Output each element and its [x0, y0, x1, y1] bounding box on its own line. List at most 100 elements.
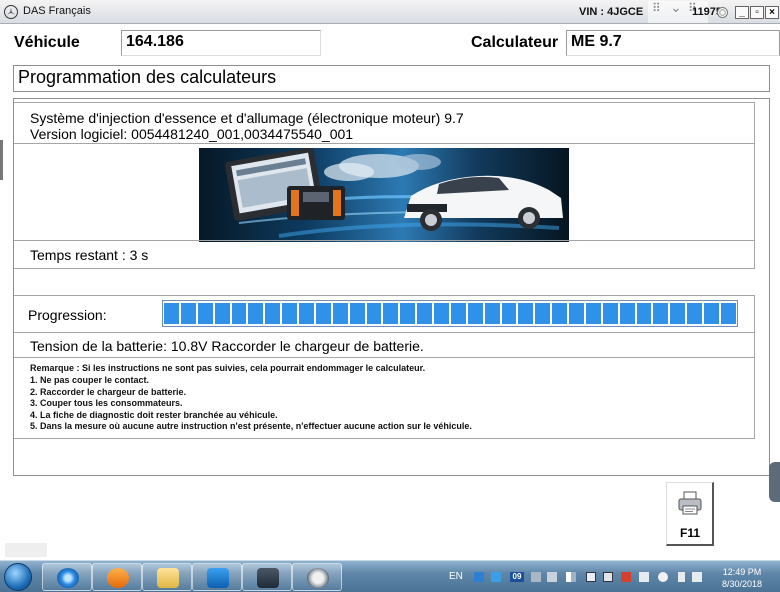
progress-segment: [265, 303, 281, 324]
f11-label: F11: [679, 526, 700, 540]
clock-icon[interactable]: [658, 572, 668, 582]
clock-date: 8/30/2018: [721, 579, 763, 589]
ecu-field: ME 9.7: [566, 30, 780, 56]
system-clock[interactable]: 12:49 PM 8/30/2018: [709, 566, 775, 590]
security-icon[interactable]: [586, 572, 596, 582]
progress-segment: [332, 303, 348, 324]
media-player-icon: [107, 568, 129, 588]
volume-icon[interactable]: [692, 572, 702, 582]
time-remaining-section: Temps restant : 3 s: [14, 240, 755, 269]
title-bar: DAS Français VIN : 4JGCE ⠿ ⌄ ⠿ 11975 _ ▫…: [0, 0, 780, 24]
date-badge[interactable]: 09: [510, 572, 524, 582]
progress-segment: [315, 303, 331, 324]
taskbar-app-ie[interactable]: [42, 563, 92, 591]
progress-section: Progression:: [14, 295, 755, 333]
taskbar-app-xentry[interactable]: [242, 563, 292, 591]
vehicle-label: Véhicule: [14, 34, 80, 51]
tray-app-icon[interactable]: [531, 572, 541, 582]
file-explorer-icon: [157, 568, 179, 588]
device-icon[interactable]: [603, 572, 613, 582]
progress-segment: [366, 303, 382, 324]
progress-segment: [670, 303, 686, 324]
clock-time: 12:49 PM: [722, 567, 762, 577]
progress-label: Progression:: [28, 307, 107, 323]
close-button[interactable]: ×: [765, 6, 779, 19]
settings-gear-icon[interactable]: [717, 7, 728, 18]
progress-segment: [383, 303, 399, 324]
restore-button[interactable]: ▫: [750, 6, 764, 19]
vin-label: VIN : 4JGCE: [579, 6, 644, 18]
network-icon[interactable]: [474, 572, 484, 582]
mercedes-star-icon: [307, 568, 329, 588]
teamviewer-icon: [207, 568, 229, 588]
alert-icon[interactable]: [621, 572, 631, 582]
progress-segment: [248, 303, 264, 324]
remark-line: 1. Ne pas couper le contact.: [30, 375, 150, 385]
flag-icon[interactable]: [639, 572, 649, 582]
start-button[interactable]: [4, 563, 32, 591]
taskbar-app-teamviewer[interactable]: [192, 563, 242, 591]
signal-icon[interactable]: [566, 572, 576, 582]
side-panel-handle[interactable]: [769, 462, 780, 502]
progress-segment: [704, 303, 719, 324]
time-remaining: Temps restant : 3 s: [30, 247, 149, 263]
remarks-section: Remarque : Si les instructions ne sont p…: [14, 357, 755, 439]
battery-section: Tension de la batterie: 10.8V Raccorder …: [14, 332, 755, 358]
window-edge-handle: [0, 140, 3, 180]
taskbar: EN 09 12:49 PM 8/30/2018: [0, 560, 780, 592]
progress-segment: [619, 303, 635, 324]
print-f11-button[interactable]: F11: [666, 482, 714, 546]
taskbar-app-das[interactable]: [292, 563, 342, 591]
banner-section: [14, 143, 755, 242]
xentry-icon: [257, 568, 279, 588]
banner-image: [199, 148, 569, 242]
system-name: Système d'injection d'essence et d'allum…: [30, 110, 464, 126]
bluetooth-icon[interactable]: [491, 572, 501, 582]
battery-icon[interactable]: [678, 572, 685, 582]
ecu-label: Calculateur: [471, 34, 559, 51]
progress-segment: [282, 303, 297, 324]
battery-warning: Tension de la batterie: 10.8V Raccorder …: [30, 338, 424, 354]
progress-segment: [720, 303, 736, 324]
page-title: Programmation des calculateurs: [13, 65, 770, 92]
progress-segment: [636, 303, 652, 324]
progress-segment: [484, 303, 500, 324]
language-indicator[interactable]: EN: [449, 571, 463, 582]
progress-segment: [434, 303, 449, 324]
printer-icon: [677, 491, 703, 515]
software-version: Version logiciel: 0054481240_001,0034475…: [30, 126, 354, 142]
chevron-down-icon[interactable]: ⌄: [670, 0, 682, 16]
remark-line: 4. La fiche de diagnostic doit rester br…: [30, 410, 278, 420]
progress-segment: [552, 303, 567, 324]
grip-icon[interactable]: ⠿: [652, 1, 661, 15]
progress-segment: [585, 303, 601, 324]
progress-segment: [569, 303, 584, 324]
taskbar-app-media[interactable]: [92, 563, 142, 591]
remark-line: 2. Raccorder le chargeur de batterie.: [30, 387, 187, 397]
progress-segment: [197, 303, 213, 324]
taskbar-app-explorer[interactable]: [142, 563, 192, 591]
window-title: DAS Français: [23, 5, 91, 17]
tray-app-icon[interactable]: [547, 572, 557, 582]
programming-panel: Système d'injection d'essence et d'allum…: [13, 98, 770, 476]
progress-segment: [180, 303, 196, 324]
progress-segment: [653, 303, 669, 324]
progress-segment: [687, 303, 702, 324]
progress-segment: [231, 303, 247, 324]
remark-line: 5. Dans la mesure où aucune autre instru…: [30, 421, 472, 431]
progress-segment: [602, 303, 618, 324]
progress-segment: [518, 303, 534, 324]
progress-segment: [299, 303, 314, 324]
progress-segment: [164, 303, 179, 324]
progress-segment: [417, 303, 432, 324]
progress-segment: [214, 303, 230, 324]
multiplexer-icon: [287, 186, 345, 220]
system-info-section: Système d'injection d'essence et d'allum…: [14, 102, 755, 144]
progress-segment: [450, 303, 466, 324]
progress-segment: [501, 303, 517, 324]
remark-line: 3. Couper tous les consommateurs.: [30, 398, 183, 408]
progress-segment: [349, 303, 365, 324]
internet-explorer-icon: [57, 568, 79, 588]
minimize-button[interactable]: _: [735, 6, 749, 19]
status-strip: [5, 543, 47, 557]
